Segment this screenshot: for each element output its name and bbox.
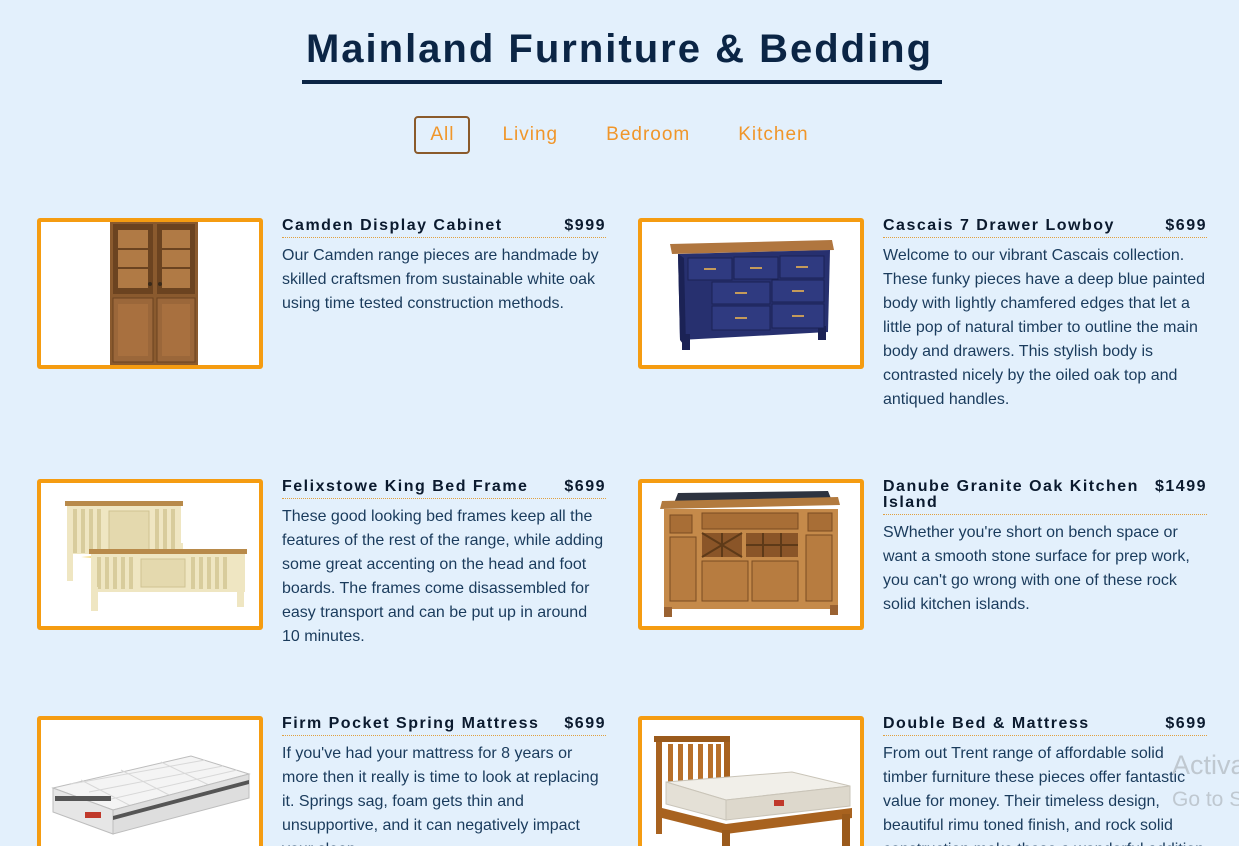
filter-kitchen-button[interactable]: Kitchen: [722, 116, 824, 154]
item-name: Cascais 7 Drawer Lowboy: [883, 217, 1115, 234]
item-price: $699: [564, 478, 606, 495]
item-description: SWhether you're short on bench space or …: [883, 524, 1190, 613]
item-price: $699: [564, 715, 606, 732]
activate-windows-watermark: Activate Windows: [1172, 750, 1239, 780]
display-cabinet-image: [37, 218, 263, 369]
lowboy-image: [638, 218, 864, 369]
item-header: Cascais 7 Drawer Lowboy $699: [883, 218, 1207, 238]
item-description: From out Trent range of affordable solid…: [883, 745, 1204, 846]
item-price: $699: [1165, 715, 1207, 732]
lowboy-illustration: [670, 240, 834, 350]
item-description: Welcome to our vibrant Cascais collectio…: [883, 247, 1206, 408]
item-info: Danube Granite Oak Kitchen Island $1499 …: [883, 479, 1207, 617]
item-price: $1499: [1155, 478, 1207, 495]
item-name: Firm Pocket Spring Mattress: [282, 715, 540, 732]
item-description: If you've had your mattress for 8 years …: [282, 745, 599, 846]
item-price: $699: [1165, 217, 1207, 234]
item-info: Firm Pocket Spring Mattress $699 If you'…: [282, 716, 606, 846]
item-name: Double Bed & Mattress: [883, 715, 1090, 732]
item-price: $999: [564, 217, 606, 234]
kitchen-island-illustration: [660, 491, 840, 617]
item-info: Camden Display Cabinet $999 Our Camden r…: [282, 218, 606, 316]
item-info: Cascais 7 Drawer Lowboy $699 Welcome to …: [883, 218, 1207, 412]
mattress-image: [37, 716, 263, 846]
bed-frame-illustration: [65, 501, 247, 611]
item-name: Camden Display Cabinet: [282, 217, 503, 234]
item-name: Felixstowe King Bed Frame: [282, 478, 529, 495]
filter-living-button[interactable]: Living: [486, 116, 574, 154]
item-header: Camden Display Cabinet $999: [282, 218, 606, 238]
item-header: Firm Pocket Spring Mattress $699: [282, 716, 606, 736]
item-header: Felixstowe King Bed Frame $699: [282, 479, 606, 499]
item-description: These good looking bed frames keep all t…: [282, 508, 604, 645]
filter-bedroom-button[interactable]: Bedroom: [590, 116, 706, 154]
item-header: Danube Granite Oak Kitchen Island $1499: [883, 479, 1207, 515]
activate-windows-subtext: Go to Settings to activate Windows.: [1172, 788, 1239, 811]
item-description: Our Camden range pieces are handmade by …: [282, 247, 599, 312]
item-name: Danube Granite Oak Kitchen Island: [883, 478, 1139, 511]
title-underline: [302, 80, 942, 84]
item-info: Felixstowe King Bed Frame $699 These goo…: [282, 479, 606, 649]
item-info: Double Bed & Mattress $699 From out Tren…: [883, 716, 1207, 846]
display-cabinet-illustration: [110, 222, 198, 365]
mattress-illustration: [51, 755, 251, 835]
bed-and-mattress-image: [638, 716, 864, 846]
filter-all-button[interactable]: All: [414, 116, 471, 154]
bed-and-mattress-illustration: [654, 736, 852, 846]
page-title: Mainland Furniture & Bedding: [305, 27, 934, 71]
bed-frame-image: [37, 479, 263, 630]
category-filter-bar: All Living Bedroom Kitchen: [0, 116, 1239, 154]
page: Mainland Furniture & Bedding All Living …: [0, 0, 1239, 846]
kitchen-island-image: [638, 479, 864, 630]
item-header: Double Bed & Mattress $699: [883, 716, 1207, 736]
